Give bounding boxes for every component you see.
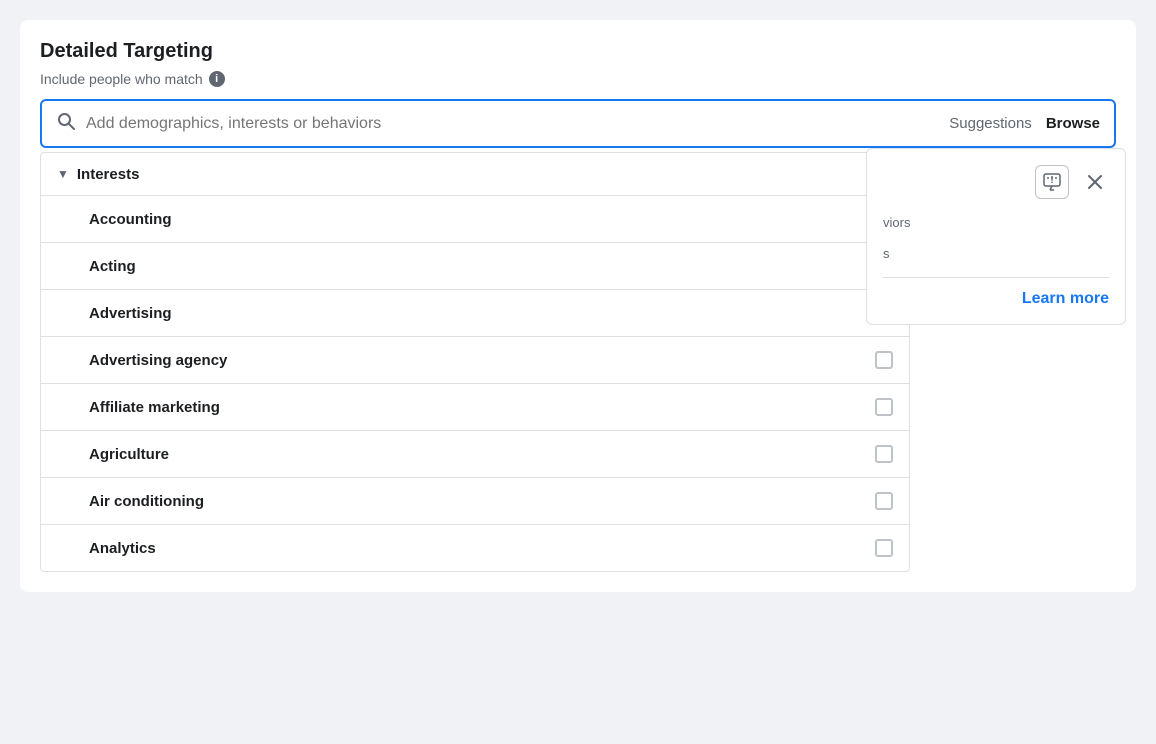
divider [883, 277, 1109, 278]
list-item[interactable]: Affiliate marketing [41, 384, 909, 431]
feedback-button[interactable]: ! [1035, 165, 1069, 199]
checkbox-analytics[interactable] [875, 539, 893, 557]
item-label-advertising: Advertising [89, 305, 172, 322]
learn-more-row: Learn more [883, 290, 1109, 308]
side-panel-header: ! [883, 165, 1109, 199]
list-item[interactable]: Advertising agency [41, 337, 909, 384]
checkbox-agriculture[interactable] [875, 445, 893, 463]
side-panel-actions: ! [1035, 165, 1109, 199]
checkbox-advertising-agency[interactable] [875, 351, 893, 369]
item-label-acting: Acting [89, 258, 136, 275]
side-panel: ! viors s Lea [866, 148, 1126, 325]
item-label-agriculture: Agriculture [89, 446, 169, 463]
item-label-affiliate-marketing: Affiliate marketing [89, 399, 220, 416]
collapse-arrow-icon[interactable]: ▼ [57, 167, 69, 181]
item-label-accounting: Accounting [89, 211, 172, 228]
subtitle-row: Include people who match i [40, 71, 1116, 87]
list-item[interactable]: Agriculture [41, 431, 909, 478]
suggestions-button[interactable]: Suggestions [949, 115, 1032, 132]
subtitle-text: Include people who match [40, 71, 203, 87]
search-input[interactable] [86, 115, 939, 133]
truncated-text-s: s [883, 246, 1109, 261]
page-title: Detailed Targeting [40, 40, 1116, 63]
list-item[interactable]: Acting [41, 243, 909, 290]
info-icon[interactable]: i [209, 71, 225, 87]
svg-text:!: ! [1050, 175, 1053, 186]
close-button[interactable] [1081, 168, 1109, 196]
truncated-text-behaviors: viors [883, 215, 1109, 230]
search-bar: Suggestions Browse [40, 99, 1116, 148]
item-label-advertising-agency: Advertising agency [89, 352, 227, 369]
search-icon [56, 111, 76, 136]
dropdown-header: ▼ Interests i [41, 153, 909, 196]
item-label-analytics: Analytics [89, 540, 156, 557]
list-item[interactable]: Accounting [41, 196, 909, 243]
main-container: Detailed Targeting Include people who ma… [20, 20, 1136, 592]
dropdown-panel: ▼ Interests i Accounting Acting Advertis… [40, 152, 910, 572]
browse-button[interactable]: Browse [1046, 115, 1100, 132]
list-item[interactable]: Air conditioning [41, 478, 909, 525]
learn-more-link[interactable]: Learn more [1022, 290, 1109, 308]
search-actions: Suggestions Browse [949, 115, 1100, 132]
checkbox-air-conditioning[interactable] [875, 492, 893, 510]
list-item[interactable]: Analytics [41, 525, 909, 571]
dropdown-title: Interests [77, 166, 867, 183]
list-item[interactable]: Advertising [41, 290, 909, 337]
checkbox-affiliate-marketing[interactable] [875, 398, 893, 416]
dropdown-area: ▼ Interests i Accounting Acting Advertis… [40, 148, 1116, 572]
item-label-air-conditioning: Air conditioning [89, 493, 204, 510]
